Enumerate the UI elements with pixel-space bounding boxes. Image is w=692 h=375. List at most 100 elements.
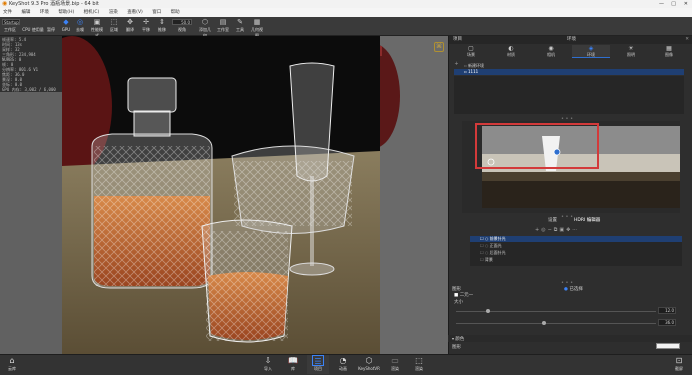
tools-button[interactable]: ✎ 工具 (234, 18, 246, 33)
minimize-button[interactable]: — (659, 0, 664, 8)
tab-material[interactable]: ◐ 材质 (492, 45, 530, 58)
render-image (62, 36, 380, 354)
color-section-header[interactable]: ▾ 颜色 (448, 335, 692, 342)
gpu-icon: ◆ (63, 18, 69, 26)
splitter-handle[interactable]: • • • (561, 214, 573, 220)
prop-checkbox[interactable]: ■ 二元一 (454, 292, 473, 298)
camera-icon: ◉ (548, 45, 554, 52)
tools-icon: ✎ (237, 18, 243, 26)
pause-button[interactable]: 暂停 (46, 27, 56, 33)
render-icon: ▭ (391, 356, 399, 365)
hdri-preview[interactable] (462, 121, 680, 213)
pan-button[interactable]: ✢ 平移 (140, 18, 152, 33)
view-angle-button[interactable]: 视角 (172, 27, 192, 33)
menu-item[interactable]: 渲染 (109, 8, 118, 17)
library-button[interactable]: 📖 库 (282, 355, 304, 374)
translate-button[interactable]: ✥ 翻译 (124, 18, 136, 33)
pin-list-item-selected[interactable]: ☐ ○ 前景针光 (470, 236, 682, 242)
cloud-library-icon: ⌂ (9, 356, 15, 365)
tab-camera[interactable]: ◉ 相机 (532, 45, 570, 58)
menu-item[interactable]: 帮助(H) (58, 8, 74, 17)
animation-button[interactable]: ◔ 动画 (332, 355, 354, 374)
size-slider[interactable]: 12.0 (456, 307, 676, 316)
hdri-image (462, 121, 680, 213)
environment-icon: ◈ (588, 45, 594, 52)
prop-section: 大小 (454, 300, 463, 305)
maximize-button[interactable]: □ (671, 0, 676, 8)
tab-environment[interactable]: ◈ 环境 (572, 45, 610, 58)
angle-slider[interactable]: 36.0 (456, 319, 676, 328)
region-icon: ⬚ (110, 18, 118, 26)
pin-toolbar: +◎−⧉▣✥⋯ (535, 227, 579, 233)
pan-icon: ✢ (143, 18, 149, 26)
add-geometry-icon: ⬡ (201, 18, 209, 26)
panel-section-title: 环境 (567, 37, 576, 42)
pin-list-item[interactable]: ☐ 背景 (470, 257, 682, 263)
library-icon: 📖 (288, 356, 298, 365)
studio-button[interactable]: ▤ 工作室 (216, 18, 230, 33)
main-toolbar: Startup 工作区 CPU 使用量 暂停 ◆GPU ◎去噪 ▣性能模式 ⬚区… (0, 17, 692, 38)
keyshotvr-button[interactable]: ⬡ KeyShotVR (357, 355, 381, 374)
region-button[interactable]: ⬚ 区域 (108, 18, 120, 33)
window-title: KeyShot 9.3 Pro 酒瓶场景.bip - 64 bit (9, 1, 99, 7)
pin-list-item[interactable]: ☐ ○ 后面针光 (470, 250, 682, 256)
env-list-item-selected[interactable]: ▫ 1111 (454, 69, 684, 75)
material-icon: ◐ (508, 45, 514, 52)
render-stats: 帧速率: 5.4 时间: 13s 采样: 32 三角形: 234,984 NUR… (0, 36, 62, 92)
render-viewport[interactable] (62, 36, 380, 354)
tab-image[interactable]: ▦ 图像 (650, 45, 688, 58)
screenshot-button[interactable]: ⊡ 截屏 (668, 355, 690, 374)
translate-icon: ✥ (127, 18, 133, 26)
menu-item[interactable]: 窗口 (152, 8, 161, 17)
pin-list-item[interactable]: ☐ ○ 正面光 (470, 243, 682, 249)
lighting-icon: ☀ (628, 45, 634, 52)
zoom-field[interactable]: 50.0 (172, 19, 192, 25)
menu-item[interactable]: 文件 (3, 8, 12, 17)
panel-close-icon[interactable]: ✕ (685, 36, 689, 44)
color-swatch[interactable] (656, 343, 680, 349)
menu-item[interactable]: 环境 (40, 8, 49, 17)
dolly-button[interactable]: ⇕ 推移 (156, 18, 168, 33)
close-button[interactable]: ✕ (684, 0, 688, 8)
viewport-margin-left (0, 92, 62, 354)
gizmo-icon[interactable]: ⌘ (434, 42, 444, 52)
render-button[interactable]: ▭ 渲染 (384, 355, 406, 374)
render-queue-button[interactable]: ⬚ 渲染 (408, 355, 430, 374)
tab-lighting[interactable]: ☀ 照明 (612, 45, 650, 58)
cpu-usage-button[interactable]: CPU 使用量 (22, 27, 44, 33)
dolly-icon: ⇕ (159, 18, 165, 26)
size-value-field[interactable]: 12.0 (658, 307, 676, 314)
scene-icon: ▢ (468, 45, 474, 52)
denoise-icon: ◎ (76, 18, 84, 26)
image-icon: ▦ (666, 45, 672, 52)
more-icon[interactable]: ⋯ (572, 227, 579, 233)
workspace-select[interactable]: Startup (2, 19, 20, 25)
angle-value-field[interactable]: 36.0 (658, 319, 676, 326)
animation-icon: ◔ (339, 356, 347, 365)
render-queue-icon: ⬚ (415, 356, 423, 365)
keyshotvr-icon: ⬡ (365, 356, 373, 365)
viewport-margin-right: ⌘ (348, 36, 448, 354)
import-icon: ⇩ (264, 356, 272, 365)
menu-bar: 文件 编辑 环境 帮助(H) 相机(C) 渲染 查看(V) 窗口 帮助 (0, 8, 692, 17)
tab-scene[interactable]: ▢ 场景 (452, 45, 490, 58)
cloud-library-button[interactable]: ⌂ 云库 (1, 355, 23, 374)
screenshot-icon: ⊡ (675, 356, 683, 365)
geometry-view-icon: ▦ (253, 18, 261, 26)
menu-item[interactable]: 帮助 (171, 8, 180, 17)
studio-icon: ▤ (219, 18, 227, 26)
project-button[interactable]: ☰ 项目 (307, 355, 329, 374)
chair-edge-image (348, 44, 400, 148)
prop-radio-selected[interactable]: ● 已选择 (564, 286, 583, 292)
denoise-button[interactable]: ◎ 去噪 (74, 18, 86, 33)
tab-settings[interactable]: 设置 (548, 217, 557, 223)
project-icon: ☰ (312, 355, 324, 366)
panel-title: 项目 (453, 37, 462, 42)
tab-hdri-editor[interactable]: HDRI 编辑器 (574, 217, 600, 223)
menu-item[interactable]: 相机(C) (84, 8, 100, 17)
menu-item[interactable]: 查看(V) (127, 8, 143, 17)
gpu-button[interactable]: ◆ GPU (60, 18, 72, 32)
menu-item[interactable]: 编辑 (21, 8, 30, 17)
import-button[interactable]: ⇩ 导入 (257, 355, 279, 374)
workspace-button[interactable]: 工作区 (2, 27, 18, 33)
